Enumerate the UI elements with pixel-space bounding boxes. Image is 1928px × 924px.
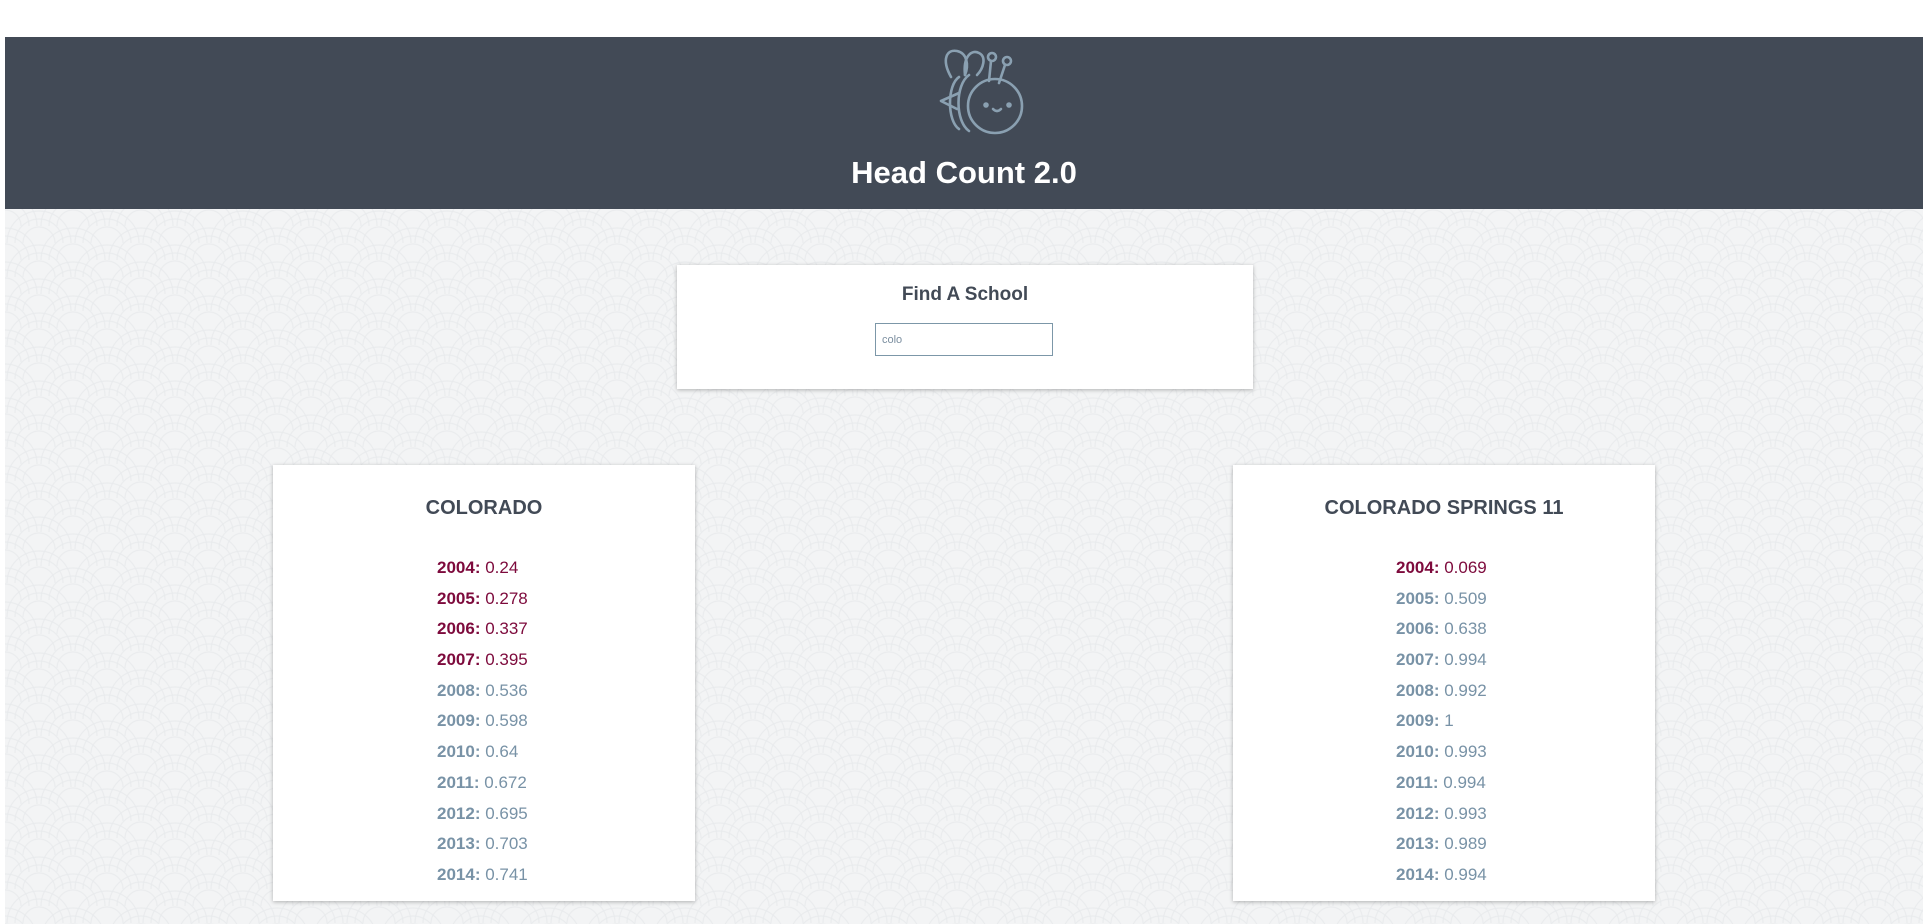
year-value: 0.741 bbox=[485, 864, 528, 884]
year-value: 0.994 bbox=[1444, 864, 1487, 884]
yearly-data-list: 2004: 0.069 2005: 0.509 2006: 0.638 2007: 0… bbox=[1396, 558, 1487, 896]
year-label: 2006: bbox=[437, 619, 481, 639]
data-row: 2012: 0.695 bbox=[437, 804, 528, 835]
year-value: 0.395 bbox=[485, 650, 528, 670]
year-label: 2008: bbox=[1396, 680, 1440, 700]
year-label: 2012: bbox=[437, 803, 481, 823]
year-label: 2014: bbox=[437, 864, 481, 884]
year-label: 2006: bbox=[1396, 619, 1440, 639]
year-value: 0.989 bbox=[1444, 834, 1487, 854]
yearly-data-list: 2004: 0.24 2005: 0.278 2006: 0.337 2007: 0.… bbox=[437, 558, 528, 896]
app-title: Head Count 2.0 bbox=[851, 155, 1077, 190]
data-row: 2007: 0.395 bbox=[437, 650, 528, 681]
year-value: 0.993 bbox=[1444, 742, 1487, 762]
data-row: 2005: 0.278 bbox=[437, 589, 528, 620]
main-content: Find A School COLORADO 2004: 0.242005: 0… bbox=[5, 209, 1923, 924]
data-row: 2006: 0.337 bbox=[437, 619, 528, 650]
data-row: 2004: 0.24 bbox=[437, 558, 528, 589]
data-row: 2013: 0.989 bbox=[1396, 834, 1487, 865]
year-label: 2010: bbox=[1396, 742, 1440, 762]
year-label: 2008: bbox=[437, 680, 481, 700]
year-value: 0.64 bbox=[485, 742, 519, 762]
district-card-colorado-springs-11[interactable]: COLORADO SPRINGS 11 2004: 0.069 2005: 0.5… bbox=[1233, 465, 1655, 901]
year-label: 2005: bbox=[437, 588, 481, 608]
year-value: 0.598 bbox=[485, 711, 528, 731]
year-value: 0.536 bbox=[485, 680, 528, 700]
district-name: COLORADO SPRINGS 11 bbox=[1324, 497, 1564, 519]
year-label: 2005: bbox=[1396, 588, 1440, 608]
year-label: 2007: bbox=[437, 650, 481, 670]
data-row: 2005: 0.509 bbox=[1396, 589, 1487, 620]
bee-logo-icon bbox=[939, 49, 1024, 135]
search-card: Find A School bbox=[677, 265, 1253, 389]
year-value: 0.993 bbox=[1444, 803, 1487, 823]
district-card-colorado[interactable]: COLORADO 2004: 0.24 2005: 0.278 2006: 0.33… bbox=[273, 465, 695, 901]
data-row: 2010: 0.64 bbox=[437, 742, 528, 773]
year-value: 0.278 bbox=[485, 588, 528, 608]
data-row: 2011: 0.994 bbox=[1396, 773, 1487, 804]
year-label: 2004: bbox=[437, 558, 481, 577]
data-row: 2009: 1 bbox=[1396, 711, 1487, 742]
year-value: 0.994 bbox=[1444, 650, 1487, 670]
data-row: 2004: 0.069 bbox=[1396, 558, 1487, 589]
year-value: 0.672 bbox=[484, 772, 527, 792]
data-row: 2012: 0.993 bbox=[1396, 804, 1487, 835]
data-row: 2010: 0.993 bbox=[1396, 742, 1487, 773]
data-row: 2006: 0.638 bbox=[1396, 619, 1487, 650]
year-label: 2009: bbox=[1396, 711, 1440, 731]
year-label: 2013: bbox=[1396, 834, 1440, 854]
year-value: 0.24 bbox=[485, 558, 519, 577]
data-row: 2014: 0.994 bbox=[1396, 865, 1487, 896]
year-label: 2010: bbox=[437, 742, 481, 762]
year-label: 2012: bbox=[1396, 803, 1440, 823]
year-value: 0.695 bbox=[485, 803, 528, 823]
year-value: 0.337 bbox=[485, 619, 528, 639]
year-value: 0.703 bbox=[485, 834, 528, 854]
year-value: 0.509 bbox=[1444, 588, 1487, 608]
year-value: 0.069 bbox=[1444, 558, 1487, 577]
data-row: 2008: 0.992 bbox=[1396, 681, 1487, 712]
data-row: 2013: 0.703 bbox=[437, 834, 528, 865]
year-label: 2009: bbox=[437, 711, 481, 731]
data-row: 2009: 0.598 bbox=[437, 711, 528, 742]
year-value: 0.638 bbox=[1444, 619, 1487, 639]
year-value: 0.992 bbox=[1444, 680, 1487, 700]
year-value: 1 bbox=[1444, 711, 1454, 731]
district-name: COLORADO bbox=[425, 497, 543, 519]
year-label: 2007: bbox=[1396, 650, 1440, 670]
school-search-input[interactable] bbox=[875, 323, 1053, 356]
app-header: Head Count 2.0 bbox=[5, 37, 1923, 209]
year-label: 2004: bbox=[1396, 558, 1440, 577]
year-label: 2014: bbox=[1396, 864, 1440, 884]
data-row: 2011: 0.672 bbox=[437, 773, 528, 804]
year-label: 2013: bbox=[437, 834, 481, 854]
data-row: 2014: 0.741 bbox=[437, 865, 528, 896]
data-row: 2008: 0.536 bbox=[437, 681, 528, 712]
year-label: 2011: bbox=[437, 772, 480, 792]
year-value: 0.994 bbox=[1443, 772, 1486, 792]
year-label: 2011: bbox=[1396, 772, 1439, 792]
data-row: 2007: 0.994 bbox=[1396, 650, 1487, 681]
search-title: Find A School bbox=[901, 284, 1029, 305]
